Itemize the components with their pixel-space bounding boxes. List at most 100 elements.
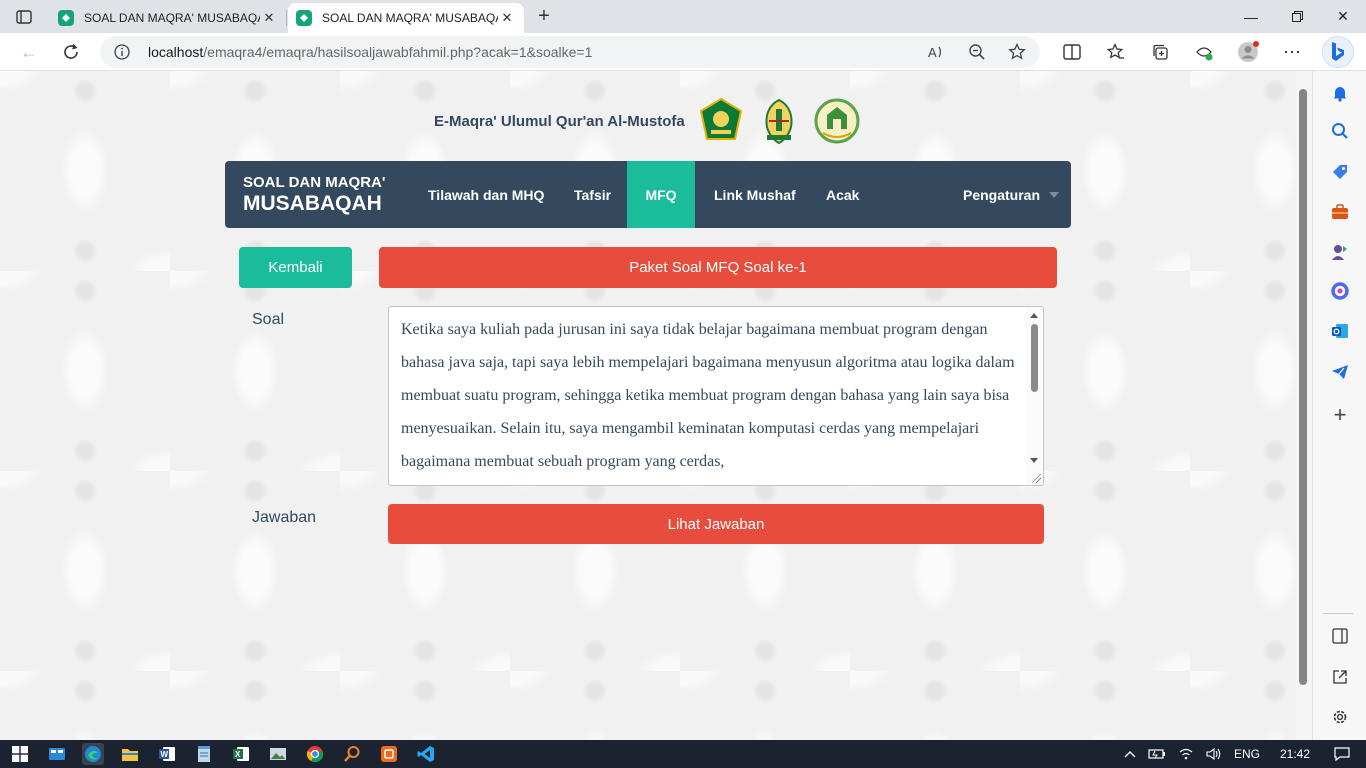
refresh-icon[interactable] (58, 39, 84, 65)
jawaban-label: Jawaban (252, 509, 317, 526)
page-scroll-thumb[interactable] (1299, 89, 1307, 685)
nav-item-acak[interactable]: Acak (808, 161, 877, 228)
scroll-thumb[interactable] (1031, 324, 1038, 392)
notification-bell-icon[interactable] (1328, 81, 1352, 105)
svg-text:X: X (235, 750, 241, 759)
tab-title: SOAL DAN MAQRA' MUSABAQAH (84, 11, 260, 25)
tab-divider (286, 10, 287, 26)
split-screen-icon[interactable] (1055, 39, 1089, 65)
clock-time[interactable]: 21:42 (1280, 747, 1310, 761)
back-button[interactable]: Kembali (239, 247, 352, 288)
resize-handle-icon[interactable] (1032, 474, 1041, 483)
scroll-down-icon[interactable] (1030, 458, 1038, 463)
vscode-icon[interactable] (415, 743, 437, 765)
soal-label: Soal (252, 311, 285, 328)
minimize-icon[interactable]: — (1228, 0, 1274, 33)
restore-icon[interactable] (1274, 0, 1320, 33)
file-explorer-icon[interactable] (119, 743, 141, 765)
app-orange-icon[interactable] (378, 743, 400, 765)
soal-scrollbar[interactable] (1026, 307, 1043, 485)
regional-emblem-logo (765, 98, 793, 145)
url-actions: A (926, 41, 1028, 63)
tools-briefcase-icon[interactable] (1328, 200, 1352, 224)
browser-tab-1[interactable]: SOAL DAN MAQRA' MUSABAQAH ✕ (50, 3, 286, 33)
nav-item-tafsir[interactable]: Tafsir (556, 161, 629, 228)
search-icon[interactable] (1328, 119, 1352, 143)
sidebar-divider (1323, 613, 1353, 614)
brand-line-1: SOAL DAN MAQRA' (243, 174, 386, 191)
browser-tab-2[interactable]: SOAL DAN MAQRA' MUSABAQAH ✕ (288, 3, 524, 33)
soal-textarea[interactable]: Ketika saya kuliah pada jurusan ini saya… (388, 306, 1044, 486)
office-icon[interactable] (1328, 279, 1352, 303)
tab-close-icon[interactable]: ✕ (498, 10, 516, 26)
url-text: localhost/emaqra4/emaqra/hasilsoaljawabf… (148, 44, 593, 60)
site-title: E-Maqra' Ulumul Qur'an Al-Mustofa (434, 112, 685, 130)
scroll-up-icon[interactable] (1030, 313, 1038, 318)
new-tab-icon[interactable]: + (532, 4, 556, 28)
tab-close-icon[interactable]: ✕ (260, 10, 278, 26)
tab-actions-icon[interactable] (10, 6, 38, 28)
packet-title-banner: Paket Soal MFQ Soal ke-1 (379, 247, 1057, 288)
site-favicon-icon (58, 10, 74, 26)
nav-item-settings-dropdown[interactable]: Pengaturan (945, 161, 1077, 228)
collections-icon[interactable] (1143, 39, 1177, 65)
shopping-tag-icon[interactable] (1328, 160, 1352, 184)
nav-item-mfq[interactable]: MFQ (627, 161, 695, 228)
action-center-icon[interactable] (1334, 746, 1350, 762)
favorite-star-icon[interactable] (1006, 41, 1028, 63)
battery-icon[interactable] (1148, 748, 1166, 760)
soal-text: Ketika saya kuliah pada jurusan ini saya… (401, 321, 1015, 470)
info-icon[interactable] (114, 44, 136, 60)
edge-browser-taskbar-icon[interactable] (82, 743, 104, 765)
wifi-icon[interactable] (1178, 747, 1194, 761)
zoom-out-icon[interactable] (966, 41, 988, 63)
excel-icon[interactable]: X (230, 743, 252, 765)
close-window-icon[interactable]: ✕ (1320, 0, 1366, 33)
windows-start-icon[interactable] (9, 743, 31, 765)
telegram-icon[interactable] (1328, 360, 1352, 384)
show-answer-button[interactable]: Lihat Jawaban (388, 504, 1044, 544)
brand-line-2: MUSABAQAH (243, 192, 382, 215)
caret-down-icon (1049, 191, 1060, 198)
nav-item-link-mushaf[interactable]: Link Mushaf (696, 161, 814, 228)
settings-gear-icon[interactable] (1328, 705, 1352, 729)
browser-tab-strip: SOAL DAN MAQRA' MUSABAQAH ✕ SOAL DAN MAQ… (0, 0, 1366, 33)
chrome-icon[interactable] (304, 743, 326, 765)
read-aloud-icon[interactable]: A (926, 41, 948, 63)
external-link-icon[interactable] (1328, 665, 1352, 689)
system-tray: ENG 21:42 (1118, 740, 1366, 768)
performance-icon[interactable] (1187, 39, 1221, 65)
svg-text:A: A (928, 45, 937, 60)
favorites-icon[interactable] (1099, 39, 1133, 65)
sidebar-panel-icon[interactable] (1328, 624, 1352, 648)
profile-avatar[interactable] (1231, 39, 1265, 65)
language-indicator[interactable]: ENG (1234, 747, 1260, 761)
back-arrow-icon[interactable]: ← (16, 39, 42, 65)
windows-taskbar: W X ENG 21:42 (0, 740, 1366, 768)
address-bar[interactable]: localhost/emaqra4/emaqra/hasilsoaljawabf… (100, 36, 1040, 68)
page-content: E-Maqra' Ulumul Qur'an Al-Mustofa SOAL D… (0, 71, 1296, 740)
more-options-icon[interactable]: ⋯ (1275, 39, 1309, 65)
notepad-icon[interactable] (193, 743, 215, 765)
kemenag-logo (699, 97, 742, 140)
site-favicon-icon (296, 10, 312, 26)
bing-copilot-icon[interactable] (1322, 36, 1354, 68)
show-hidden-icons-icon[interactable] (1124, 750, 1136, 758)
games-icon[interactable] (1328, 240, 1352, 264)
page-scrollbar[interactable] (1296, 71, 1312, 740)
browser-extension-icons: ⋯ (1055, 39, 1309, 65)
window-controls: — ✕ (1228, 0, 1366, 33)
add-sidebar-app-icon[interactable]: + (1328, 402, 1352, 427)
browser-toolbar: ← localhost/emaqra4/emaqra/hasilsoaljawa… (0, 33, 1366, 71)
site-header: E-Maqra' Ulumul Qur'an Al-Mustofa (434, 97, 861, 145)
outlook-icon[interactable] (1328, 319, 1352, 343)
task-view-icon[interactable] (46, 743, 68, 765)
search-tool-icon[interactable] (341, 743, 363, 765)
volume-icon[interactable] (1206, 747, 1222, 761)
settings-label: Pengaturan (963, 186, 1041, 203)
navbar-brand[interactable]: SOAL DAN MAQRA' MUSABAQAH (243, 175, 385, 214)
main-navbar: SOAL DAN MAQRA' MUSABAQAH Tilawah dan MH… (225, 161, 1071, 228)
photos-icon[interactable] (267, 743, 289, 765)
word-icon[interactable]: W (156, 743, 178, 765)
nav-item-tilawah[interactable]: Tilawah dan MHQ (410, 161, 562, 228)
